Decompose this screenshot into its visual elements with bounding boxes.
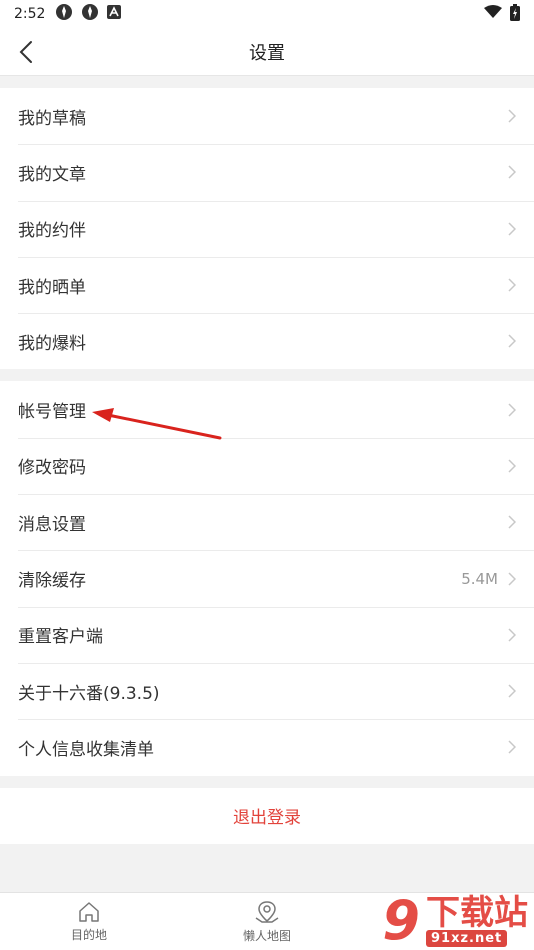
menu-item-label: 我的晒单 (18, 277, 86, 298)
menu-item-about[interactable]: 关于十六番(9.3.5) (0, 662, 534, 719)
chevron-right-icon (506, 627, 518, 643)
tab-destination[interactable]: 目的地 (0, 893, 178, 950)
menu-item-label: 帐号管理 (18, 402, 86, 423)
logout-label: 退出登录 (233, 808, 301, 829)
chevron-right-icon (506, 571, 518, 587)
menu-item-label: 个人信息收集清单 (18, 739, 154, 760)
notification-icon (81, 3, 99, 25)
menu-item-label: 我的文章 (18, 164, 86, 185)
app-notification-icon (107, 5, 122, 23)
tab-label: 懒人地图 (242, 928, 291, 943)
back-button[interactable] (10, 36, 42, 68)
settings-group-account: 帐号管理 修改密码 消息设置 清除缓存 5.4M 重置客户端 关于十六番(9.3… (0, 381, 534, 776)
chevron-right-icon (506, 458, 518, 474)
watermark-mark: 9 (382, 889, 420, 950)
chevron-right-icon (506, 514, 518, 530)
menu-item-label: 我的草稿 (18, 108, 86, 129)
home-icon (79, 901, 99, 922)
menu-item-notification-settings[interactable]: 消息设置 (0, 494, 534, 550)
menu-item-label: 消息设置 (18, 514, 86, 535)
chevron-right-icon (506, 164, 518, 180)
battery-icon (510, 3, 520, 25)
cache-size-value: 5.4M (461, 569, 498, 588)
back-arrow-icon (19, 41, 32, 63)
tab-label: 目的地 (70, 927, 107, 942)
status-time: 2:52 (14, 6, 46, 22)
app-header: 设置 (0, 28, 534, 76)
menu-item-label: 重置客户端 (18, 627, 103, 648)
chevron-right-icon (506, 108, 518, 124)
menu-item-change-password[interactable]: 修改密码 (0, 437, 534, 494)
map-pin-icon (255, 900, 279, 923)
wifi-icon (484, 5, 502, 23)
chevron-right-icon (506, 739, 518, 755)
menu-item-label: 关于十六番(9.3.5) (18, 683, 160, 704)
menu-item-label: 我的约伴 (18, 221, 86, 242)
chevron-right-icon (506, 333, 518, 349)
chevron-right-icon (506, 683, 518, 699)
menu-item-drafts[interactable]: 我的草稿 (0, 88, 534, 144)
chevron-right-icon (506, 221, 518, 237)
logout-button[interactable]: 退出登录 (0, 787, 534, 844)
menu-item-tips[interactable]: 我的爆料 (0, 313, 534, 369)
menu-item-account-management[interactable]: 帐号管理 (0, 381, 534, 437)
menu-item-label: 修改密码 (18, 458, 86, 479)
menu-item-articles[interactable]: 我的文章 (0, 144, 534, 200)
chevron-right-icon (506, 402, 518, 418)
site-watermark: 9 下载站 91xz.net (382, 894, 528, 948)
chevron-right-icon (506, 277, 518, 293)
settings-group-content: 我的草稿 我的文章 我的约伴 我的晒单 我的爆料 (0, 88, 534, 370)
menu-item-clear-cache[interactable]: 清除缓存 5.4M (0, 550, 534, 606)
menu-item-personal-info-list[interactable]: 个人信息收集清单 (0, 719, 534, 775)
page-title: 设置 (249, 42, 285, 64)
menu-item-label: 清除缓存 (18, 571, 86, 592)
watermark-text: 下载站 (426, 892, 528, 933)
watermark-site: 91xz.net (426, 929, 508, 947)
menu-item-companions[interactable]: 我的约伴 (0, 200, 534, 257)
menu-item-shares[interactable]: 我的晒单 (0, 256, 534, 313)
menu-item-label: 我的爆料 (18, 333, 86, 354)
notification-icon (55, 3, 73, 25)
menu-item-reset-client[interactable]: 重置客户端 (0, 606, 534, 663)
tab-lazy-map[interactable]: 懒人地图 (178, 893, 356, 950)
status-bar: 2:52 (0, 0, 534, 28)
